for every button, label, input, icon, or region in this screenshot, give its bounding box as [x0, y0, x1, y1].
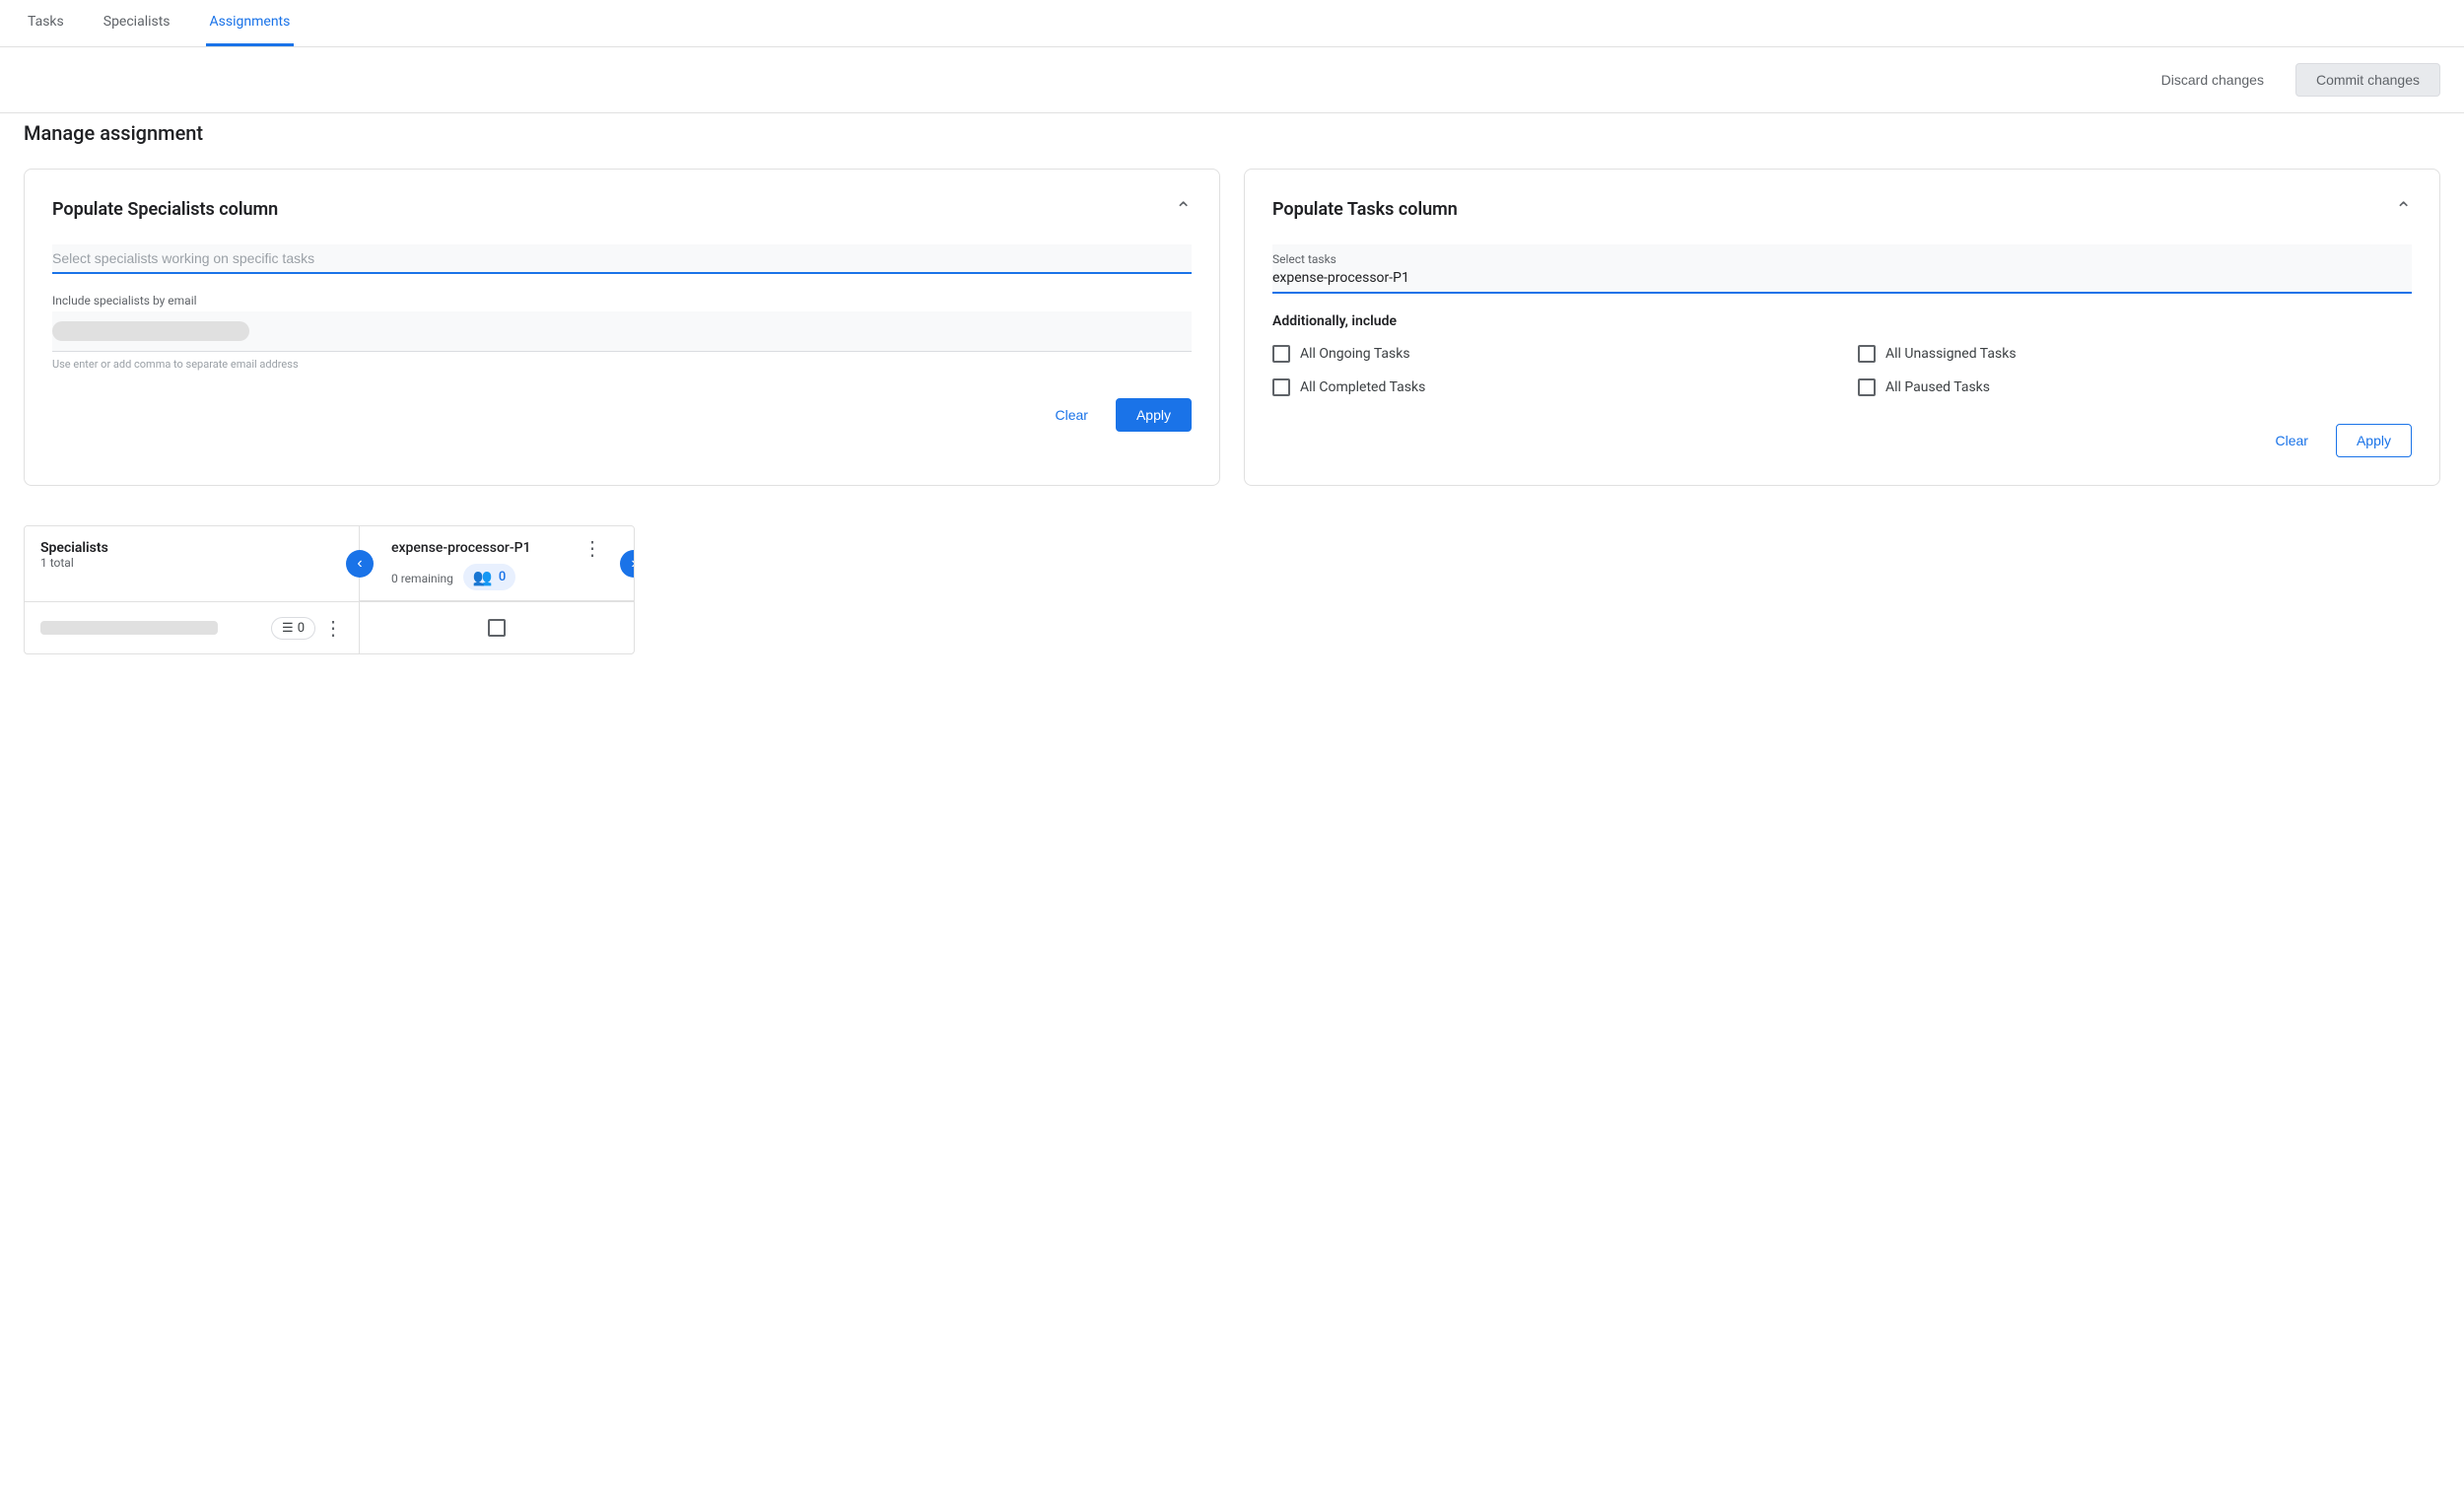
specialists-card-footer: Clear Apply	[52, 398, 1192, 432]
checkbox-grid: All Ongoing Tasks All Unassigned Tasks A…	[1272, 345, 2412, 396]
tasks-clear-button[interactable]: Clear	[2264, 425, 2320, 456]
specialist-cell: ☰ 0 ⋮	[25, 602, 360, 653]
specialist-more-icon[interactable]: ⋮	[323, 616, 343, 640]
email-label: Include specialists by email	[52, 294, 1192, 308]
tasks-apply-button[interactable]: Apply	[2336, 424, 2412, 457]
specialists-search-input[interactable]	[52, 244, 1192, 274]
specialists-card-title: Populate Specialists column	[52, 199, 278, 220]
nav-tasks[interactable]: Tasks	[24, 0, 68, 46]
task-header-content: expense-processor-P1 ⋮ 0 remaining 👥 0	[372, 536, 622, 590]
specialists-clear-button[interactable]: Clear	[1044, 399, 1100, 431]
table-section: Specialists 1 total ‹ expense-processor-…	[0, 486, 2464, 678]
specialist-list-badge[interactable]: ☰ 0	[271, 617, 315, 640]
checkbox-unassigned-box[interactable]	[1858, 345, 1876, 363]
assignment-checkbox[interactable]	[488, 619, 506, 637]
specialists-col-title: Specialists	[40, 540, 343, 556]
specialists-apply-button[interactable]: Apply	[1116, 398, 1192, 432]
checkbox-paused-box[interactable]	[1858, 378, 1876, 396]
list-count: 0	[298, 621, 305, 636]
checkbox-completed-label: All Completed Tasks	[1300, 379, 1425, 395]
checkbox-paused-label: All Paused Tasks	[1885, 379, 1990, 395]
list-icon: ☰	[282, 621, 294, 636]
task-name-row: expense-processor-P1 ⋮	[391, 536, 602, 560]
badge-people-icon: 👥	[473, 568, 493, 586]
email-hint: Use enter or add comma to separate email…	[52, 358, 1192, 371]
table-row: ☰ 0 ⋮	[25, 601, 634, 653]
commit-button[interactable]: Commit changes	[2295, 63, 2440, 97]
task-nav-left-button[interactable]: ‹	[346, 550, 374, 578]
nav-assignments[interactable]: Assignments	[206, 0, 295, 46]
specialists-count: 1 total	[40, 556, 343, 570]
tasks-select-value: expense-processor-P1	[1272, 270, 2412, 286]
task-count-value: 0	[499, 570, 506, 584]
tasks-select-wrapper: Select tasks expense-processor-P1	[1272, 244, 2412, 294]
top-nav: Tasks Specialists Assignments	[0, 0, 2464, 47]
task-nav-right-button[interactable]: ›	[620, 550, 635, 578]
specialists-col-header: Specialists 1 total	[25, 526, 360, 601]
email-chip-blurred	[52, 321, 249, 341]
assignment-cell	[360, 602, 634, 653]
checkbox-completed-box[interactable]	[1272, 378, 1290, 396]
assignment-table: Specialists 1 total ‹ expense-processor-…	[24, 525, 635, 654]
toolbar: Discard changes Commit changes	[0, 47, 2464, 112]
tasks-select-label: Select tasks	[1272, 252, 2412, 266]
checkbox-paused[interactable]: All Paused Tasks	[1858, 378, 2412, 396]
specialists-collapse-icon[interactable]: ⌃	[1175, 197, 1192, 221]
task-more-icon[interactable]: ⋮	[582, 536, 602, 560]
tasks-card-footer: Clear Apply	[1272, 424, 2412, 457]
specialist-actions: ☰ 0 ⋮	[271, 616, 343, 640]
email-field-group: Include specialists by email Use enter o…	[52, 294, 1192, 371]
task-remaining: 0 remaining	[391, 572, 453, 585]
page-title: Manage assignment	[0, 113, 2464, 169]
nav-specialists[interactable]: Specialists	[100, 0, 174, 46]
checkbox-ongoing[interactable]: All Ongoing Tasks	[1272, 345, 1826, 363]
specialist-name	[40, 621, 218, 635]
email-field-wrapper	[52, 311, 1192, 352]
specialists-card: Populate Specialists column ⌃ Include sp…	[24, 169, 1220, 486]
tasks-card: Populate Tasks column ⌃ Select tasks exp…	[1244, 169, 2440, 486]
discard-button[interactable]: Discard changes	[2146, 64, 2280, 96]
email-chips	[52, 321, 1192, 341]
checkbox-completed[interactable]: All Completed Tasks	[1272, 378, 1826, 396]
table-header-row: Specialists 1 total ‹ expense-processor-…	[25, 526, 634, 601]
cards-container: Populate Specialists column ⌃ Include sp…	[0, 169, 2464, 486]
checkbox-unassigned-label: All Unassigned Tasks	[1885, 346, 2017, 362]
checkbox-ongoing-box[interactable]	[1272, 345, 1290, 363]
task-name: expense-processor-P1	[391, 540, 531, 556]
additionally-label: Additionally, include	[1272, 313, 2412, 329]
specialists-search-group	[52, 244, 1192, 274]
task-col-header: ‹ expense-processor-P1 ⋮ 0 remaining 👥 0	[360, 526, 634, 601]
task-count-badge: 👥 0	[463, 564, 515, 590]
tasks-collapse-icon[interactable]: ⌃	[2395, 197, 2412, 221]
checkbox-unassigned[interactable]: All Unassigned Tasks	[1858, 345, 2412, 363]
specialists-card-header: Populate Specialists column ⌃	[52, 197, 1192, 221]
checkbox-ongoing-label: All Ongoing Tasks	[1300, 346, 1410, 362]
tasks-card-header: Populate Tasks column ⌃	[1272, 197, 2412, 221]
tasks-select-group: Select tasks expense-processor-P1	[1272, 244, 2412, 294]
tasks-card-title: Populate Tasks column	[1272, 199, 1458, 220]
